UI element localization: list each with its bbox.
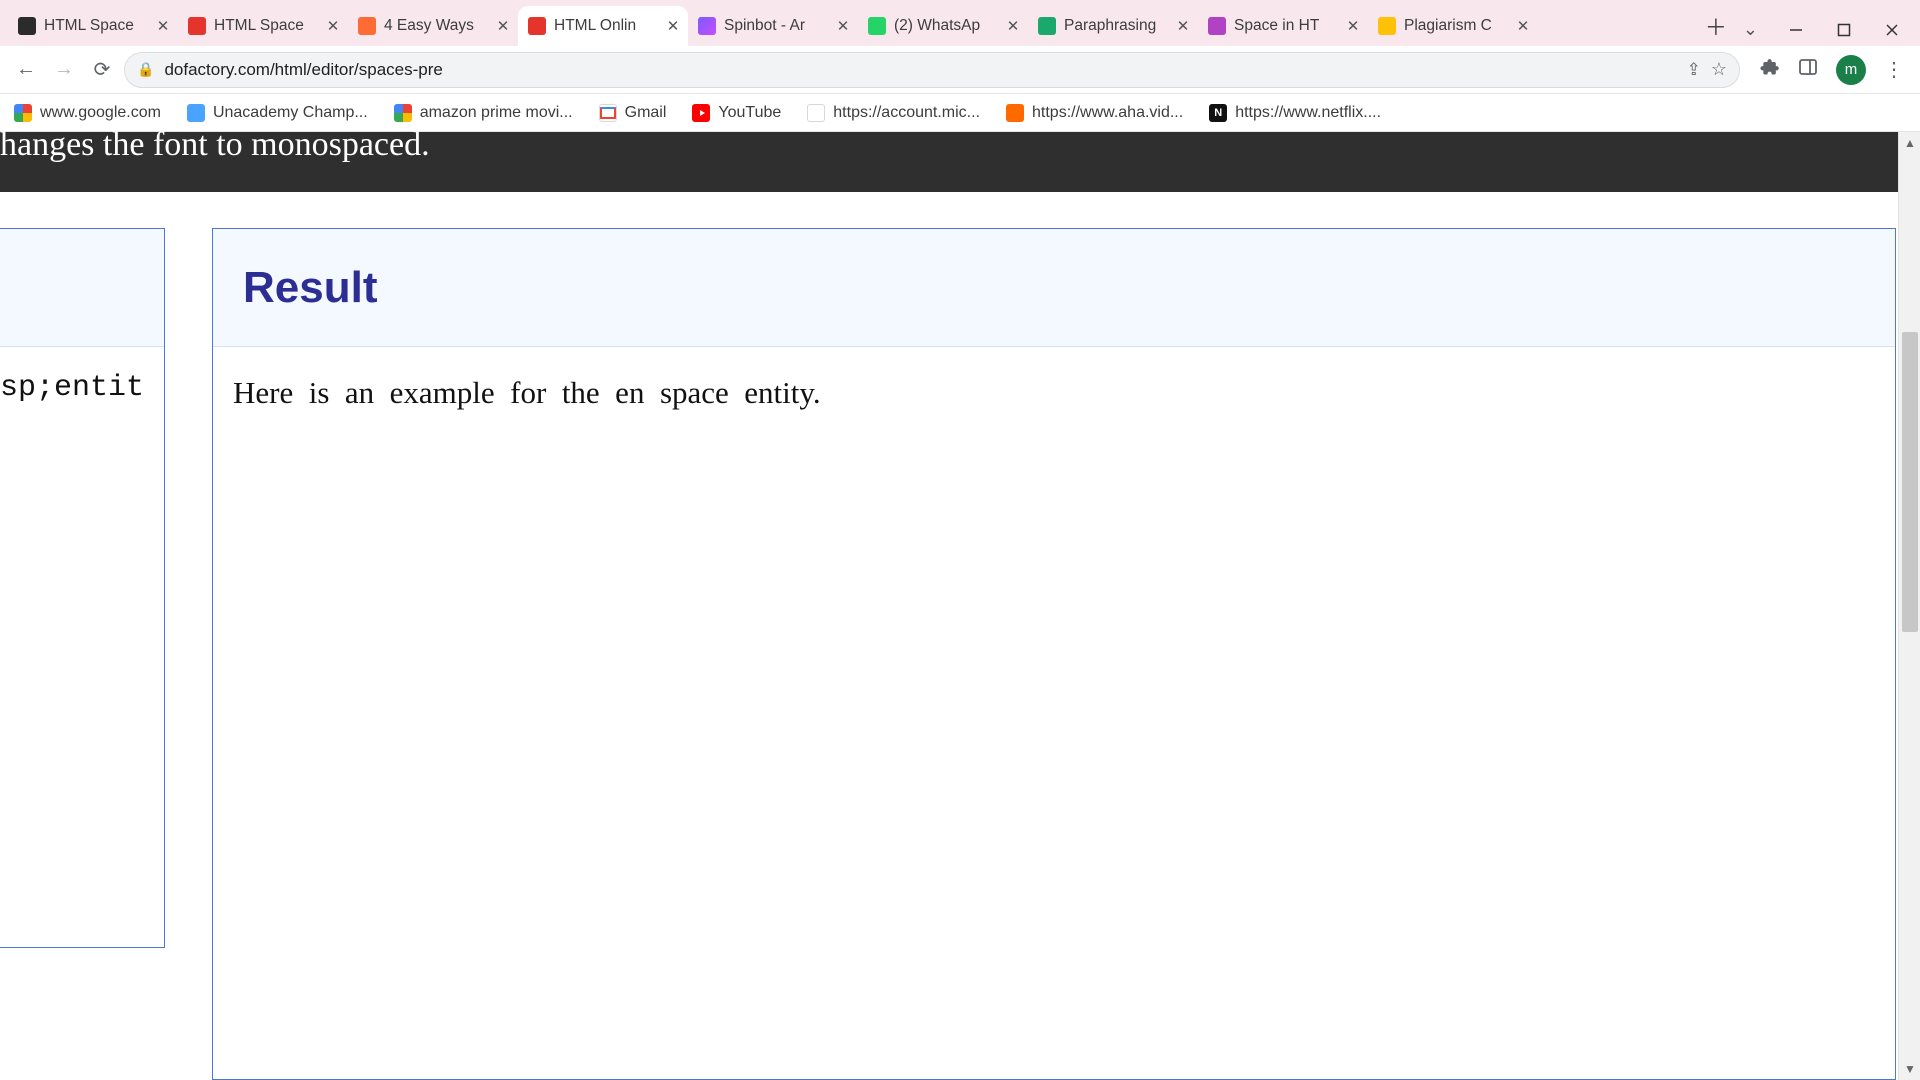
- code-editor-header: [0, 229, 164, 347]
- forward-button[interactable]: →: [48, 54, 80, 86]
- page-header-text: hanges the font to monospaced.: [0, 126, 430, 163]
- bookmark-label: https://account.mic...: [833, 104, 980, 122]
- bookmark-label: https://www.netflix....: [1235, 104, 1381, 122]
- tab-close-icon[interactable]: ✕: [1344, 17, 1362, 35]
- window-maximize-button[interactable]: [1834, 20, 1854, 40]
- tab-favicon: [868, 17, 886, 35]
- browser-tab[interactable]: (2) WhatsAp✕: [858, 6, 1028, 46]
- tab-strip-right: ⌄: [1733, 19, 1912, 46]
- tab-search-button[interactable]: ⌄: [1743, 19, 1758, 40]
- bookmark-label: Gmail: [625, 104, 667, 122]
- tab-close-icon[interactable]: ✕: [834, 17, 852, 35]
- scrollbar-up-arrow[interactable]: ▲: [1899, 132, 1920, 154]
- bookmark-favicon: [1006, 104, 1024, 122]
- page-scrollbar[interactable]: ▲ ▼: [1898, 132, 1920, 1080]
- bookmark-item[interactable]: YouTube: [692, 104, 781, 122]
- tab-favicon: [1378, 17, 1396, 35]
- bookmark-item[interactable]: www.google.com: [14, 104, 161, 122]
- bookmark-label: amazon prime movi...: [420, 104, 573, 122]
- tab-favicon: [1208, 17, 1226, 35]
- tab-close-icon[interactable]: ✕: [494, 17, 512, 35]
- tab-title: HTML Onlin: [554, 17, 660, 35]
- bookmark-favicon: [187, 104, 205, 122]
- bookmark-label: YouTube: [718, 104, 781, 122]
- tab-title: HTML Space: [44, 17, 150, 35]
- bookmark-item[interactable]: Gmail: [599, 104, 667, 122]
- bookmark-favicon: N: [1209, 104, 1227, 122]
- browser-tab[interactable]: HTML Space✕: [178, 6, 348, 46]
- tab-close-icon[interactable]: ✕: [1514, 17, 1532, 35]
- code-fragment: sp;entit: [0, 347, 164, 405]
- tab-close-icon[interactable]: ✕: [1004, 17, 1022, 35]
- browser-tab[interactable]: 4 Easy Ways✕: [348, 6, 518, 46]
- browser-toolbar: ← → ⟳ 🔒 dofactory.com/html/editor/spaces…: [0, 46, 1920, 94]
- result-heading: Result: [243, 263, 377, 313]
- tab-title: Plagiarism C: [1404, 17, 1510, 35]
- tab-close-icon[interactable]: ✕: [324, 17, 342, 35]
- browser-tab[interactable]: Spinbot - Ar✕: [688, 6, 858, 46]
- kebab-menu-icon[interactable]: ⋮: [1884, 57, 1904, 82]
- result-pane: Result Here is an example for the en spa…: [212, 228, 1896, 1080]
- tab-favicon: [1038, 17, 1056, 35]
- bookmark-item[interactable]: https://www.aha.vid...: [1006, 104, 1183, 122]
- bookmark-favicon: [692, 104, 710, 122]
- tab-favicon: [358, 17, 376, 35]
- tab-title: Paraphrasing: [1064, 17, 1170, 35]
- browser-tab[interactable]: Paraphrasing✕: [1028, 6, 1198, 46]
- bookmark-item[interactable]: Unacademy Champ...: [187, 104, 368, 122]
- bookmark-item[interactable]: amazon prime movi...: [394, 104, 573, 122]
- bookmark-favicon: [394, 104, 412, 122]
- browser-tab[interactable]: HTML Space✕: [8, 6, 178, 46]
- result-body: Here is an example for the en space enti…: [213, 347, 1895, 439]
- tab-close-icon[interactable]: ✕: [154, 17, 172, 35]
- bookmark-favicon: [807, 104, 825, 122]
- tab-close-icon[interactable]: ✕: [664, 17, 682, 35]
- browser-tab[interactable]: Plagiarism C✕: [1368, 6, 1538, 46]
- page-header-strip: hanges the font to monospaced.: [0, 132, 1920, 192]
- lock-icon: 🔒: [137, 61, 154, 78]
- bookmark-item[interactable]: https://account.mic...: [807, 104, 980, 122]
- scrollbar-thumb[interactable]: [1902, 332, 1918, 632]
- toolbar-right-icons: m ⋮: [1746, 55, 1910, 85]
- window-close-button[interactable]: [1882, 20, 1902, 40]
- window-minimize-button[interactable]: [1786, 20, 1806, 40]
- browser-tab[interactable]: HTML Onlin✕: [518, 6, 688, 46]
- new-tab-button[interactable]: ＋: [1699, 9, 1733, 43]
- tab-title: Spinbot - Ar: [724, 17, 830, 35]
- tab-title: HTML Space: [214, 17, 320, 35]
- bookmark-item[interactable]: Nhttps://www.netflix....: [1209, 104, 1381, 122]
- bookmark-label: www.google.com: [40, 104, 161, 122]
- bookmark-label: https://www.aha.vid...: [1032, 104, 1183, 122]
- browser-tab[interactable]: Space in HT✕: [1198, 6, 1368, 46]
- back-button[interactable]: ←: [10, 54, 42, 86]
- tab-favicon: [188, 17, 206, 35]
- profile-avatar[interactable]: m: [1836, 55, 1866, 85]
- tab-favicon: [698, 17, 716, 35]
- address-bar[interactable]: 🔒 dofactory.com/html/editor/spaces-pre ⇪…: [124, 52, 1740, 88]
- tab-close-icon[interactable]: ✕: [1174, 17, 1192, 35]
- result-header: Result: [213, 229, 1895, 347]
- page-body: sp;entit Result Here is an example for t…: [0, 192, 1920, 1080]
- extensions-icon[interactable]: [1760, 57, 1780, 83]
- reload-button[interactable]: ⟳: [86, 54, 118, 86]
- bookmark-favicon: [14, 104, 32, 122]
- result-paragraph: Here is an example for the en space enti…: [233, 375, 1875, 411]
- bookmark-label: Unacademy Champ...: [213, 104, 368, 122]
- url-text: dofactory.com/html/editor/spaces-pre: [164, 60, 1676, 80]
- tab-favicon: [528, 17, 546, 35]
- tab-title: (2) WhatsAp: [894, 17, 1000, 35]
- tab-favicon: [18, 17, 36, 35]
- scrollbar-down-arrow[interactable]: ▼: [1899, 1058, 1920, 1080]
- bookmark-favicon: [599, 104, 617, 122]
- side-panel-icon[interactable]: [1798, 57, 1818, 83]
- code-editor-pane[interactable]: sp;entit: [0, 228, 165, 948]
- page-content: hanges the font to monospaced. sp;entit …: [0, 132, 1920, 1080]
- share-icon[interactable]: ⇪: [1687, 60, 1701, 80]
- tab-strip-left: HTML Space✕HTML Space✕4 Easy Ways✕HTML O…: [8, 6, 1693, 46]
- tab-title: Space in HT: [1234, 17, 1340, 35]
- browser-tab-strip: HTML Space✕HTML Space✕4 Easy Ways✕HTML O…: [0, 0, 1920, 46]
- tab-title: 4 Easy Ways: [384, 17, 490, 35]
- bookmark-star-icon[interactable]: ☆: [1711, 59, 1727, 80]
